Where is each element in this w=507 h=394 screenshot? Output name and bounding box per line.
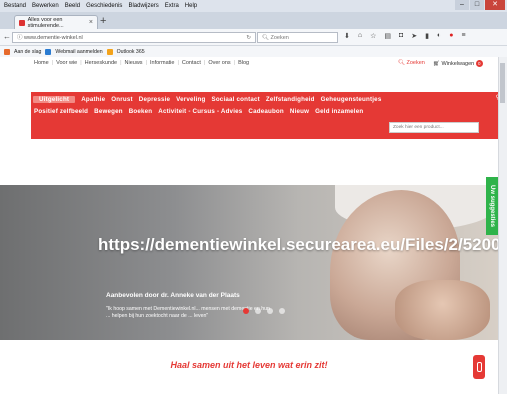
url-bar[interactable]: ⓘ www.dementie-winkel.nl ↻ bbox=[12, 32, 256, 43]
carousel-dot[interactable] bbox=[255, 308, 261, 314]
site-search-label: Zoeken bbox=[406, 60, 425, 66]
category-depressie[interactable]: Depressie bbox=[139, 96, 170, 103]
category-activiteit[interactable]: Activiteit - Cursus - Advies bbox=[158, 108, 242, 115]
info-icon: ⓘ bbox=[17, 35, 25, 41]
cart-count-badge: 0 bbox=[475, 60, 483, 67]
tab-close-icon[interactable]: × bbox=[89, 19, 93, 26]
tab-title: Alles voor een stimulerende... bbox=[27, 16, 64, 29]
menu-bar: Bestand Bewerken Beeld Geschiedenis Blad… bbox=[0, 0, 507, 12]
hero-image-alt-text: https://dementiewinkel.securearea.eu/Fil… bbox=[98, 235, 498, 254]
slogan-heading: Haal samen uit het leven wat erin zit! bbox=[170, 360, 328, 370]
carousel-dot[interactable] bbox=[267, 308, 273, 314]
close-icon[interactable]: ✕ bbox=[485, 0, 505, 10]
carousel-dot[interactable] bbox=[243, 308, 249, 314]
maximize-icon[interactable]: □ bbox=[470, 0, 484, 10]
scrollbar-thumb[interactable] bbox=[500, 63, 505, 103]
category-uitgelicht[interactable]: Uitgelicht bbox=[33, 96, 76, 103]
pocket-icon[interactable]: ◘ bbox=[399, 32, 403, 40]
cart-label: Winkelwagen bbox=[441, 61, 475, 67]
new-tab-icon[interactable]: + bbox=[100, 15, 106, 27]
nav-voor-wie[interactable]: Voor wie bbox=[56, 60, 77, 66]
cart-link[interactable]: 🛒︎ Winkelwagen 0 bbox=[433, 60, 483, 67]
carousel-dot[interactable] bbox=[279, 308, 285, 314]
web-page: Home | Voor wie | Herseskunde | Nieuws | Inf… bbox=[0, 57, 498, 394]
bookmark-star-icon[interactable]: ☆ bbox=[370, 32, 376, 40]
category-boeken[interactable]: Boeken bbox=[129, 108, 153, 115]
hero-photo-hand bbox=[395, 280, 490, 340]
category-onrust[interactable]: Onrust bbox=[111, 96, 132, 103]
window-controls: – □ ✕ bbox=[455, 0, 505, 10]
home-icon[interactable]: ⌂ bbox=[358, 32, 362, 40]
reload-icon[interactable]: ↻ bbox=[246, 33, 251, 43]
bookmark-icon bbox=[45, 48, 52, 55]
extension-icon[interactable]: ◐ bbox=[437, 32, 441, 40]
category-nieuw[interactable]: Nieuw bbox=[290, 108, 309, 115]
category-nav: Uitgelicht Apathie Onrust Depressie Verv… bbox=[31, 92, 498, 139]
category-cadeaubon[interactable]: Cadeaubon bbox=[248, 108, 284, 115]
navigation-bar: ← ⓘ www.dementie-winkel.nl ↻ 🔍︎ Zoeken ⬇… bbox=[0, 29, 507, 46]
category-verveling[interactable]: Verveling bbox=[176, 96, 205, 103]
category-apathie[interactable]: Apathie bbox=[81, 96, 105, 103]
menu-tools[interactable]: Extra bbox=[165, 3, 179, 9]
back-icon[interactable]: ← bbox=[3, 32, 11, 41]
menu-edit[interactable]: Bewerken bbox=[32, 3, 59, 9]
hero-banner: https://dementiewinkel.securearea.eu/Fil… bbox=[0, 185, 498, 340]
bookmark-webmail[interactable]: Webmail aanmelden bbox=[55, 49, 102, 55]
bookmark-outlook[interactable]: Outlook 365 bbox=[117, 49, 145, 55]
download-icon[interactable]: ⬇ bbox=[344, 32, 350, 40]
tab-bar: Alles voor een stimulerende... × + bbox=[0, 12, 507, 29]
nav-informatie[interactable]: Informatie bbox=[150, 60, 174, 66]
menu-file[interactable]: Bestand bbox=[4, 3, 26, 9]
sidebar-icon[interactable]: ▮ bbox=[425, 32, 429, 40]
browser-search-input[interactable]: 🔍︎ Zoeken bbox=[257, 32, 338, 43]
hamburger-menu-icon[interactable]: ≡ bbox=[461, 32, 465, 40]
bookmarks-bar: Aan de slag Webmail aanmelden Outlook 36… bbox=[0, 46, 507, 57]
mobile-contact-button[interactable] bbox=[473, 355, 485, 379]
nav-home[interactable]: Home bbox=[34, 60, 49, 66]
nav-blog[interactable]: Blog bbox=[238, 60, 249, 66]
category-bewegen[interactable]: Bewegen bbox=[94, 108, 123, 115]
category-zelfstandigheid[interactable]: Zelfstandigheid bbox=[266, 96, 315, 103]
menu-history[interactable]: Geschiedenis bbox=[86, 3, 122, 9]
category-positief-zelfbeeld[interactable]: Positief zelfbeeld bbox=[34, 108, 88, 115]
browser-search-placeholder: Zoeken bbox=[270, 35, 289, 41]
bookmark-icon bbox=[4, 48, 10, 55]
adblock-icon[interactable]: ● bbox=[449, 32, 453, 40]
page-scrollbar[interactable] bbox=[498, 57, 507, 394]
category-geld-inzamelen[interactable]: Geld inzamelen bbox=[315, 108, 363, 115]
browser-tab[interactable]: Alles voor een stimulerende... × bbox=[14, 15, 98, 29]
site-top-nav: Home | Voor wie | Herseskunde | Nieuws | Inf… bbox=[0, 57, 498, 69]
nav-contact[interactable]: Contact bbox=[182, 60, 201, 66]
menu-bookmarks[interactable]: Bladwijzers bbox=[128, 3, 158, 9]
menu-help[interactable]: Help bbox=[185, 3, 197, 9]
product-search-input[interactable]: Zoek hier een product... bbox=[389, 122, 479, 133]
nav-over-ons[interactable]: Over ons bbox=[208, 60, 230, 66]
menu-view[interactable]: Beeld bbox=[65, 3, 80, 9]
library-icon[interactable]: ▤ bbox=[384, 32, 391, 40]
phone-icon bbox=[476, 362, 482, 372]
minimize-icon[interactable]: – bbox=[455, 0, 469, 10]
toolbar-icons: ⬇ ⌂ ☆ ▤ ◘ ➤ ▮ ◐ ● ≡ bbox=[344, 32, 466, 40]
site-favicon-icon bbox=[19, 19, 25, 26]
search-icon: 🔍︎ bbox=[398, 60, 407, 66]
category-sociaal-contact[interactable]: Sociaal contact bbox=[212, 96, 260, 103]
suggestions-tab[interactable]: Uw suggesties bbox=[486, 177, 498, 235]
nav-herseskunde[interactable]: Herseskunde bbox=[85, 60, 117, 66]
send-icon[interactable]: ➤ bbox=[411, 32, 417, 40]
url-text: www.dementie-winkel.nl bbox=[24, 35, 83, 41]
search-icon: 🔍︎ bbox=[262, 35, 271, 41]
site-search-link[interactable]: 🔍︎ Zoeken bbox=[398, 60, 425, 66]
carousel-dots bbox=[243, 308, 285, 314]
bookmark-icon bbox=[106, 48, 113, 55]
category-geheugensteuntjes[interactable]: Geheugensteuntjes bbox=[321, 96, 382, 103]
bookmark-aan-de-slag[interactable]: Aan de slag bbox=[14, 49, 41, 55]
cart-icon: 🛒︎ bbox=[433, 61, 442, 67]
hero-subtitle: Aanbevolen door dr. Anneke van der Plaat… bbox=[106, 292, 240, 299]
nav-nieuws[interactable]: Nieuws bbox=[125, 60, 143, 66]
